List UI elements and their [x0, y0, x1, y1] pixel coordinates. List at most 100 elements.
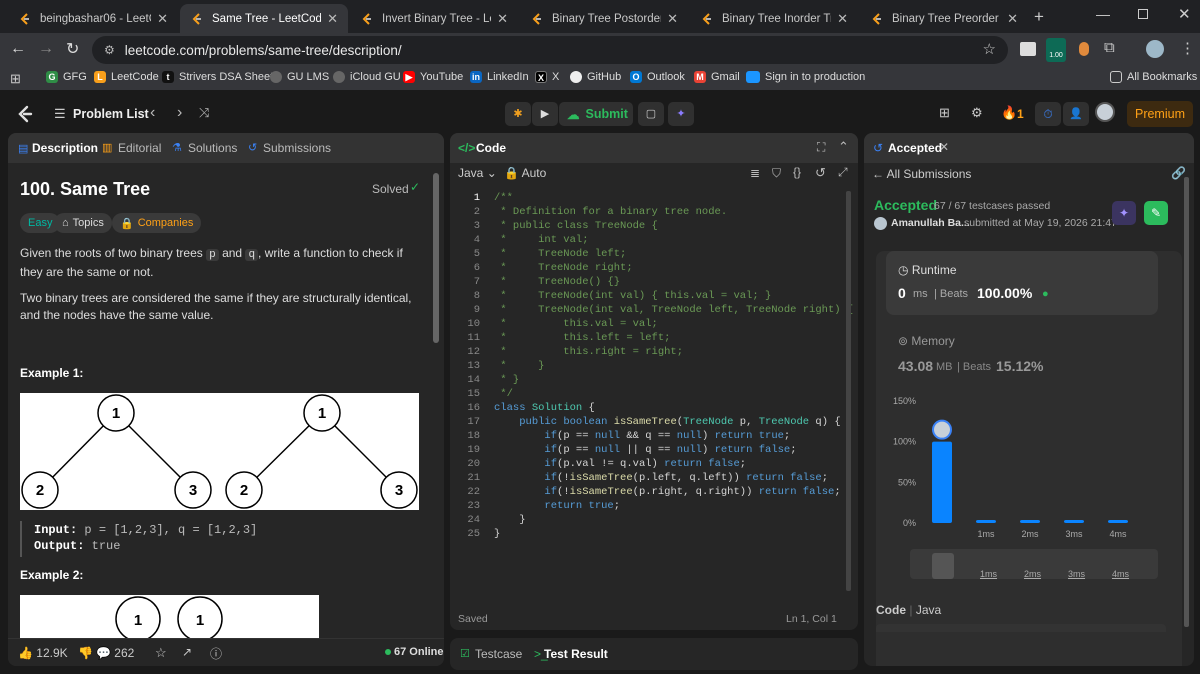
bookmark-strivers[interactable]: t Strivers DSA Sheet — [162, 71, 273, 83]
run-icon[interactable]: ▶ — [532, 102, 558, 126]
ai-analyze-icon[interactable]: ✦ — [1112, 201, 1136, 225]
apps-grid-icon[interactable]: ⊞ — [10, 71, 21, 87]
close-tab-icon[interactable]: ✕ — [157, 11, 168, 27]
favorite-star-icon[interactable]: ☆ — [155, 645, 167, 661]
submitter-name[interactable]: Amanullah Ba... — [891, 217, 970, 229]
menu-icon[interactable]: ⋮ — [1180, 39, 1195, 57]
bookmark-github[interactable]: GitHub — [570, 71, 621, 83]
submit-button[interactable]: ☁ Submit — [559, 102, 633, 126]
tab-test-result[interactable]: Test Result — [544, 647, 608, 661]
like-button[interactable]: 👍 12.9K — [18, 646, 68, 660]
streak-fire-icon[interactable]: 🔥 — [1001, 105, 1017, 121]
language-select[interactable]: Java ⌄ — [458, 166, 497, 180]
tab-editorial[interactable]: Editorial — [118, 141, 161, 155]
tab-description[interactable]: Description — [32, 141, 98, 155]
tab-postorder[interactable]: Binary Tree Postorder Travel ✕ — [520, 4, 688, 33]
result-scrollbar[interactable] — [1184, 177, 1189, 627]
site-info-icon[interactable]: ⚙ — [104, 43, 115, 57]
editor-scrollbar[interactable] — [846, 191, 851, 591]
expand-icon[interactable]: ⤢ — [838, 165, 848, 180]
extensions-puzzle-icon[interactable]: ⧉ — [1104, 39, 1115, 56]
problem-list-icon[interactable]: ☰ — [54, 106, 66, 122]
prev-problem-icon[interactable]: ‹ — [150, 104, 155, 122]
chart-range-slider[interactable]: 1ms 2ms 3ms 4ms — [910, 549, 1158, 579]
tab-accepted[interactable]: Accepted — [888, 141, 942, 155]
shuffle-icon[interactable]: ⤨ — [199, 105, 209, 121]
layout-icon[interactable]: ⊞ — [939, 105, 950, 121]
add-friend-icon[interactable]: 👤 — [1063, 102, 1089, 126]
fullscreen-icon[interactable]: ⛶ — [817, 140, 825, 155]
close-tab-icon[interactable]: ✕ — [327, 11, 338, 27]
extension-icon[interactable] — [1020, 42, 1036, 56]
tab-solutions[interactable]: Solutions — [188, 141, 237, 155]
reset-icon[interactable]: ↺ — [815, 165, 826, 181]
slider-handle[interactable] — [932, 553, 954, 579]
close-tab-icon[interactable]: ✕ — [1007, 11, 1018, 27]
problem-list-link[interactable]: Problem List — [73, 107, 149, 121]
ai-sparkle-icon[interactable]: ✦ — [668, 102, 694, 126]
all-submissions-link[interactable]: ← All Submissions — [872, 167, 971, 181]
bookmark-linkedin[interactable]: in LinkedIn — [470, 71, 529, 83]
bookmark-star-icon[interactable]: ☆ — [983, 40, 996, 58]
description-scrollbar[interactable] — [433, 173, 439, 343]
forward-icon[interactable]: → — [38, 40, 54, 58]
help-icon[interactable]: ⓘ — [210, 645, 222, 662]
minimize-icon[interactable]: — — [1096, 6, 1110, 22]
all-bookmarks-folder[interactable]: All Bookmarks — [1110, 71, 1197, 83]
back-icon[interactable]: ← — [10, 40, 26, 58]
comments-button[interactable]: 💬 262 — [96, 646, 134, 660]
user-avatar[interactable] — [1095, 102, 1115, 122]
format-icon[interactable]: ≣ — [750, 166, 760, 180]
premium-button[interactable]: Premium — [1127, 101, 1193, 127]
maximize-icon[interactable] — [1138, 9, 1148, 19]
bookmark-gu-lms[interactable]: GU LMS — [270, 71, 329, 83]
settings-gear-icon[interactable]: ⚙ — [971, 105, 983, 121]
bookmark-icon[interactable]: ⛉ — [772, 166, 781, 181]
runtime-card[interactable]: ◷ Runtime 0 ms | Beats 100.00% ● — [886, 251, 1158, 315]
bookmark-outlook[interactable]: O Outlook — [630, 71, 685, 83]
close-tab-icon[interactable]: ✕ — [497, 11, 508, 27]
notes-icon[interactable]: ▢ — [638, 102, 664, 126]
chart-bar[interactable] — [1108, 520, 1128, 523]
chart-bar[interactable] — [976, 520, 996, 523]
chart-bar[interactable] — [1064, 520, 1084, 523]
extension-icon[interactable] — [1079, 42, 1089, 56]
companies-badge[interactable]: 🔒 Companies — [112, 213, 202, 233]
close-window-icon[interactable]: ✕ — [1178, 5, 1191, 23]
topics-badge[interactable]: ⌂ Topics — [54, 213, 112, 233]
next-problem-icon[interactable]: › — [177, 104, 182, 122]
bookmark-leetcode[interactable]: L LeetCode — [94, 71, 159, 83]
braces-icon[interactable]: {} — [793, 165, 801, 179]
profile-avatar[interactable] — [1146, 40, 1164, 58]
edit-solution-icon[interactable]: ✎ — [1144, 201, 1168, 225]
bookmark-gfg[interactable]: G GFG — [46, 71, 87, 83]
close-tab-icon[interactable]: ✕ — [837, 11, 848, 27]
close-tab-icon[interactable]: ✕ — [667, 11, 678, 27]
tab-profile[interactable]: beingbashar06 - LeetCode I ✕ — [8, 4, 178, 33]
extension-badge[interactable]: 1.00 — [1046, 38, 1066, 62]
leetcode-logo-icon[interactable] — [16, 104, 34, 124]
bookmark-x[interactable]: XX — [535, 71, 559, 83]
code-editor[interactable]: 1 /** 2 * Definition for a binary tree nod… — [450, 191, 853, 541]
tab-invert-binary-tree[interactable]: Invert Binary Tree - LeetCod ✕ — [350, 4, 518, 33]
timer-icon[interactable]: ⏱ — [1035, 102, 1061, 126]
tab-inorder[interactable]: Binary Tree Inorder Traversa ✕ — [690, 4, 858, 33]
bookmark-sign-in[interactable]: Sign in to production — [746, 71, 865, 83]
tab-submissions[interactable]: Submissions — [263, 141, 331, 155]
bookmark-icloud[interactable]: iCloud GU — [333, 71, 401, 83]
collapse-icon[interactable]: ⌃ — [838, 139, 849, 155]
reload-icon[interactable]: ↻ — [66, 39, 79, 59]
tab-testcase[interactable]: Testcase — [475, 647, 522, 661]
bookmark-youtube[interactable]: ▶ YouTube — [403, 71, 463, 83]
debug-icon[interactable]: ✱ — [505, 102, 531, 126]
dislike-icon[interactable]: 👎 — [78, 646, 93, 660]
chart-bar[interactable] — [932, 441, 952, 523]
tab-preorder[interactable]: Binary Tree Preorder Travers ✕ — [860, 4, 1028, 33]
close-tab-icon[interactable]: ✕ — [939, 140, 949, 154]
tab-same-tree[interactable]: Same Tree - LeetCode ✕ — [180, 4, 348, 33]
new-tab-icon[interactable]: + — [1034, 7, 1044, 27]
share-icon[interactable]: ↗ — [182, 645, 192, 659]
bookmark-gmail[interactable]: M Gmail — [694, 71, 740, 83]
url-bar[interactable]: ⚙ leetcode.com/problems/same-tree/descri… — [92, 36, 1008, 64]
auto-mode[interactable]: 🔒 Auto — [504, 166, 546, 180]
